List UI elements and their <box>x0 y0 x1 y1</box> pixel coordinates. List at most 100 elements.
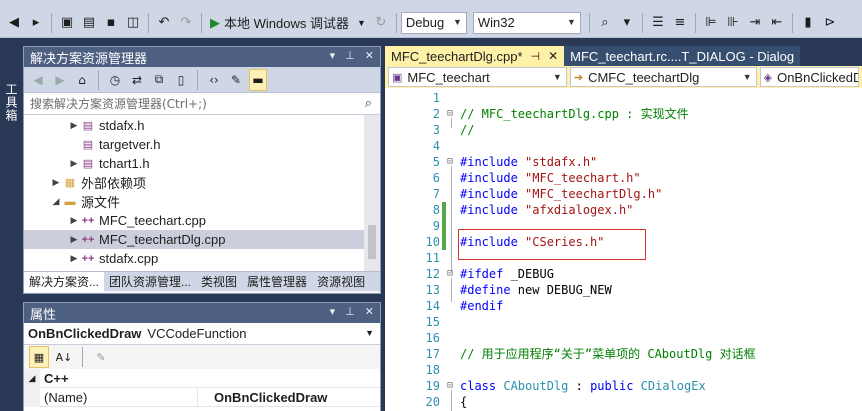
expand-arrow-icon[interactable]: ▶ <box>68 120 80 131</box>
close-icon[interactable]: ✕ <box>548 49 558 63</box>
back-icon[interactable]: ◀ <box>29 69 47 91</box>
property-value[interactable]: OnBnClickedDraw <box>198 390 327 405</box>
tab-dialog-resource[interactable]: MFC_teechart.rc....T_DIALOG - Dialog <box>564 46 801 66</box>
close-icon[interactable]: ✕ <box>365 49 374 62</box>
alphabetical-icon[interactable]: A↓ <box>54 346 74 368</box>
pending-changes-icon[interactable]: ◷ <box>106 69 124 91</box>
code-line[interactable]: 4 <box>385 138 862 154</box>
expand-arrow-icon[interactable]: ▶ <box>68 253 80 264</box>
configuration-dropdown[interactable]: Debug ▼ <box>400 11 467 34</box>
start-debugging-button[interactable]: ▶ 本地 Windows 调试器 ▼ <box>206 12 370 34</box>
code-line[interactable]: 12 ⊟ #ifdef _DEBUG <box>385 266 862 282</box>
toolbar-options-icon[interactable]: ☰ <box>648 12 668 34</box>
new-project-icon[interactable]: ▣ <box>57 12 77 34</box>
close-icon[interactable]: ✕ <box>365 305 374 318</box>
outdent-icon[interactable]: ⇤ <box>767 12 787 34</box>
forward-icon[interactable]: ▶ <box>51 69 69 91</box>
code-line[interactable]: 14 #endif <box>385 298 862 314</box>
solution-search-input[interactable]: 搜索解决方案资源管理器(Ctrl+;) ⌕ <box>24 93 380 115</box>
view-code-icon[interactable]: ‹› <box>205 69 223 91</box>
property-category-row[interactable]: ◢ C++ <box>24 368 380 388</box>
property-row[interactable]: (Name) OnBnClickedDraw <box>24 387 380 407</box>
home-icon[interactable]: ⌂ <box>73 69 91 91</box>
search-icon: ⌕ <box>364 96 372 111</box>
pin-icon[interactable]: ⊥ <box>345 49 355 62</box>
properties-object-selector[interactable]: OnBnClickedDraw VCCodeFunction ▼ <box>24 323 380 345</box>
align-right-icon[interactable]: ⊪ <box>723 12 743 34</box>
member-dropdown[interactable]: ◈ OnBnClickedDr <box>759 67 859 87</box>
tab-solution-explorer[interactable]: 解决方案资... <box>24 271 105 292</box>
property-name: (Name) <box>40 387 198 407</box>
properties-icon[interactable]: ✎ <box>227 69 245 91</box>
solution-configurations-icon[interactable]: ▾ <box>617 12 637 34</box>
navigate-back-icon[interactable]: ◀ <box>4 12 24 34</box>
open-file-icon[interactable]: ▤ <box>79 12 99 34</box>
redo-icon[interactable]: ↷ <box>176 12 196 34</box>
project-dropdown[interactable]: ▣ MFC_teechart ▼ <box>388 67 567 87</box>
pin-icon[interactable]: ⊣ <box>531 50 541 63</box>
tree-item[interactable]: ▶ ▤ tchart1.h <box>24 154 364 173</box>
tree-scrollbar[interactable] <box>364 115 380 271</box>
tab-mfc-teechartdlg-cpp[interactable]: MFC_teechartDlg.cpp* ⊣ ✕ <box>385 46 565 66</box>
save-icon[interactable]: ▪ <box>101 12 121 34</box>
expand-arrow-icon[interactable]: ▶ <box>68 215 80 226</box>
collapse-all-icon[interactable]: ⧉ <box>150 69 168 91</box>
next-bookmark-icon[interactable]: ⊳ <box>820 12 840 34</box>
pin-icon[interactable]: ⊥ <box>345 305 355 318</box>
tree-item-selected[interactable]: ▶ ++ MFC_teechartDlg.cpp <box>24 230 364 249</box>
window-position-icon[interactable]: ▾ <box>330 49 336 62</box>
code-line[interactable]: 6 #include "MFC_teechart.h" <box>385 170 862 186</box>
indent-icon[interactable]: ⇥ <box>745 12 765 34</box>
navigate-forward-icon[interactable]: ▸ <box>26 12 46 34</box>
fold-toggle-icon[interactable]: ⊟ <box>447 266 457 282</box>
comment-icon[interactable]: ≡ <box>670 12 690 34</box>
sync-icon[interactable]: ⇄ <box>128 69 146 91</box>
collapse-arrow-icon[interactable]: ◢ <box>24 368 40 388</box>
undo-icon[interactable]: ↶ <box>154 12 174 34</box>
tab-class-view[interactable]: 类视图 <box>196 272 242 292</box>
code-line[interactable]: 15 <box>385 314 862 330</box>
toolbox-tab[interactable]: 工具箱 <box>2 83 20 123</box>
tree-item[interactable]: ▶ ▦ 外部依赖项 <box>24 173 364 192</box>
code-line[interactable]: 18 <box>385 362 862 378</box>
tab-team-explorer[interactable]: 团队资源管理... <box>104 272 196 292</box>
tree-item[interactable]: ▶ ++ MFC_teechart.cpp <box>24 211 364 230</box>
categorized-icon[interactable]: ▦ <box>29 346 49 368</box>
tab-property-manager[interactable]: 属性管理器 <box>242 272 312 292</box>
code-line[interactable]: 13 #define new DEBUG_NEW <box>385 282 862 298</box>
code-line[interactable]: 3 // <box>385 122 862 138</box>
collapse-arrow-icon[interactable]: ◢ <box>50 196 62 207</box>
fold-toggle-icon[interactable]: ⊟ <box>447 106 457 122</box>
bookmark-icon[interactable]: ▮ <box>798 12 818 34</box>
tree-item[interactable]: ▶ ++ stdafx.cpp <box>24 249 364 268</box>
refresh-icon[interactable]: ↻ <box>371 12 391 34</box>
scrollbar-thumb[interactable] <box>368 225 376 259</box>
property-pages-icon[interactable]: ✎ <box>91 346 111 368</box>
preview-selected-icon[interactable]: ▬ <box>249 68 267 91</box>
window-position-icon[interactable]: ▾ <box>330 305 336 318</box>
code-line[interactable]: 1 <box>385 90 862 106</box>
code-line[interactable]: 8 #include "afxdialogex.h" <box>385 202 862 218</box>
class-dropdown[interactable]: ➔ CMFC_teechartDlg ▼ <box>569 67 757 87</box>
tree-item[interactable]: ▶ ▤ stdafx.h <box>24 116 364 135</box>
expand-arrow-icon[interactable]: ▶ <box>68 158 80 169</box>
tab-resource-view[interactable]: 资源视图 <box>312 272 370 292</box>
code-line[interactable]: 7 #include "MFC_teechartDlg.h" <box>385 186 862 202</box>
code-line[interactable]: 17 // 用于应用程序“关于”菜单项的 CAboutDlg 对话框 <box>385 346 862 362</box>
platform-dropdown[interactable]: Win32 ▼ <box>472 11 581 34</box>
save-all-icon[interactable]: ◫ <box>123 12 143 34</box>
code-line[interactable]: 16 <box>385 330 862 346</box>
code-line[interactable]: 19 ⊟ class CAboutDlg : public CDialogEx <box>385 378 862 394</box>
fold-toggle-icon[interactable]: ⊟ <box>447 378 457 394</box>
align-left-icon[interactable]: ⊫ <box>701 12 721 34</box>
code-line[interactable]: 5 ⊟ #include "stdafx.h" <box>385 154 862 170</box>
code-line[interactable]: 20 { <box>385 394 862 410</box>
show-all-files-icon[interactable]: ▯ <box>172 69 190 91</box>
expand-arrow-icon[interactable]: ▶ <box>50 177 62 188</box>
tree-item[interactable]: ▤ targetver.h <box>24 135 364 154</box>
tree-item[interactable]: ◢ ▬ 源文件 <box>24 192 364 211</box>
find-in-files-icon[interactable]: ⌕ <box>595 12 615 34</box>
code-line[interactable]: 2 ⊟// MFC_teechartDlg.cpp : 实现文件 <box>385 106 862 122</box>
expand-arrow-icon[interactable]: ▶ <box>68 234 80 245</box>
fold-toggle-icon[interactable]: ⊟ <box>447 154 457 170</box>
